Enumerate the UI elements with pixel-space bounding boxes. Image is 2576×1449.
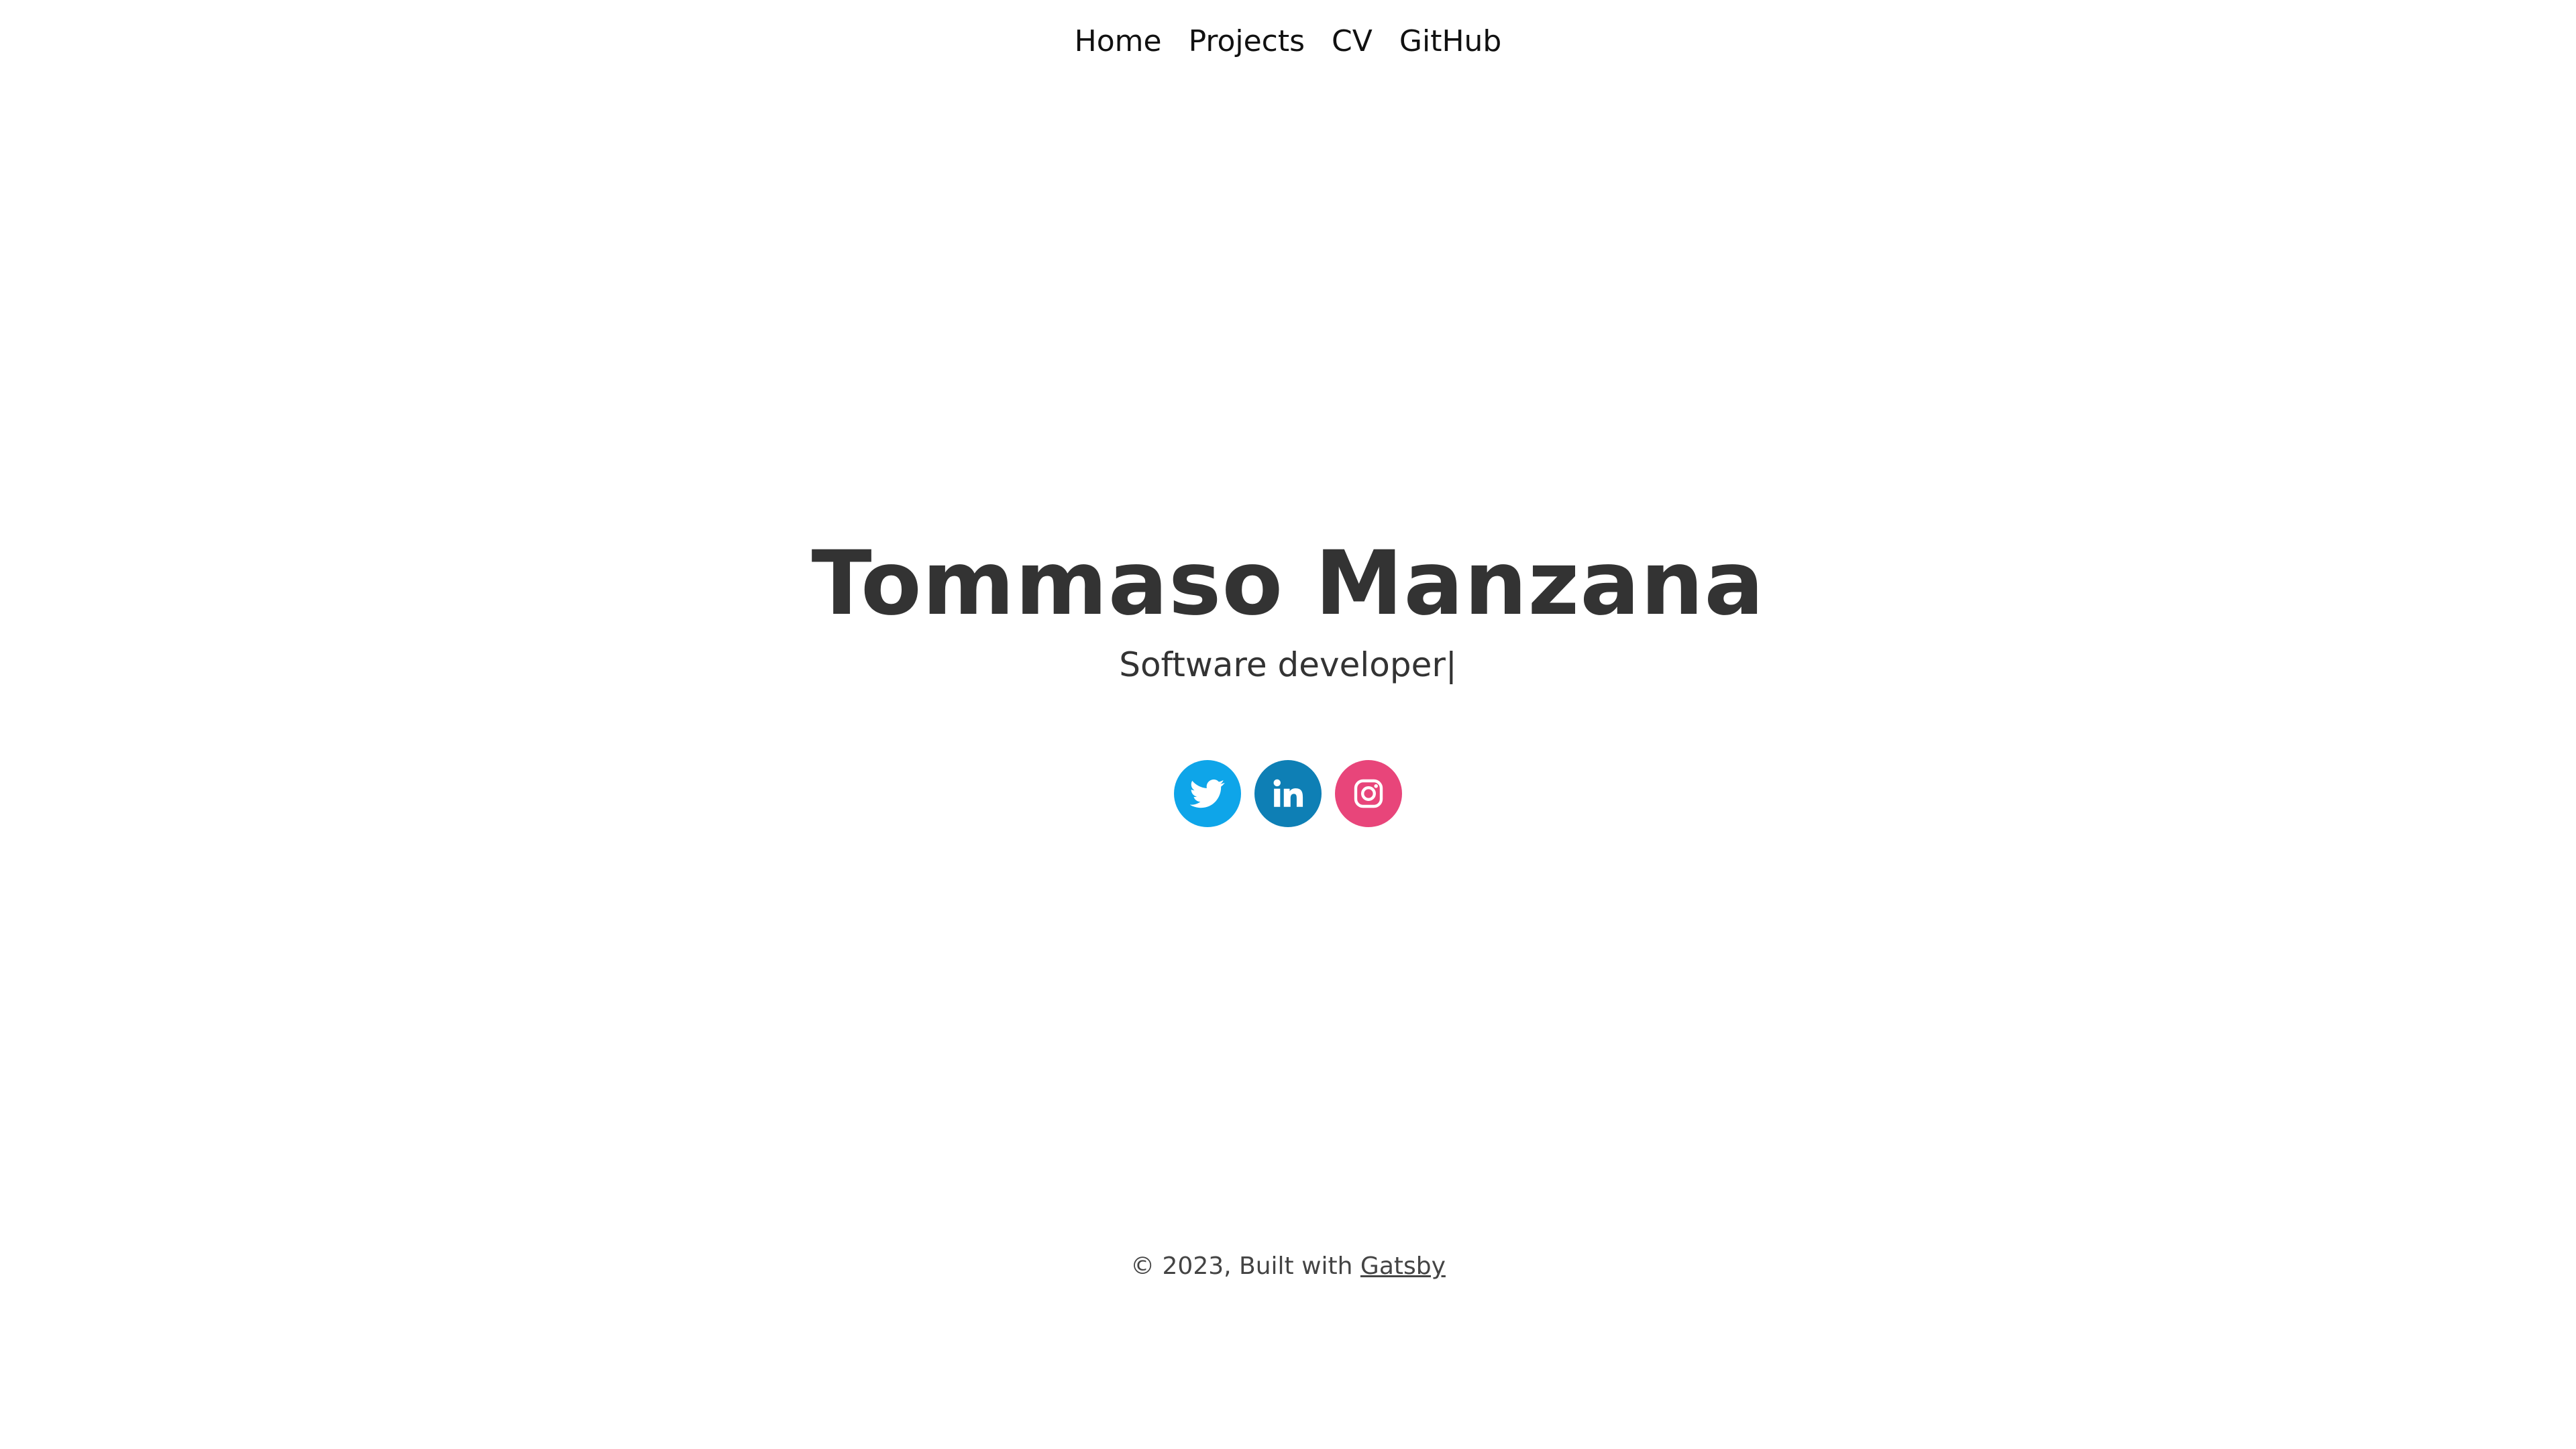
nav-cv-link[interactable]: CV [1332,20,1373,63]
nav-home-link[interactable]: Home [1075,20,1162,63]
page: Home Projects CV GitHub Tommaso Manzana … [0,0,2576,1449]
page-title: Tommaso Manzana [811,532,1765,635]
copyright-text: © 2023, Built with [1130,1252,1360,1280]
nav-projects-link[interactable]: Projects [1189,20,1305,63]
top-nav: Home Projects CV GitHub [0,20,2576,63]
nav-github-link[interactable]: GitHub [1399,20,1501,63]
twitter-icon [1190,779,1225,808]
gatsby-link[interactable]: Gatsby [1360,1252,1446,1280]
linkedin-icon [1273,779,1303,807]
instagram-button[interactable] [1335,760,1402,827]
footer: © 2023, Built with Gatsby [0,1249,2576,1284]
social-links [0,760,2576,827]
linkedin-button[interactable] [1254,760,1322,827]
tagline: Software developer| [1119,645,1457,684]
twitter-button[interactable] [1174,760,1241,827]
hero: Tommaso Manzana Software developer| [0,530,2576,688]
instagram-icon [1354,779,1383,808]
